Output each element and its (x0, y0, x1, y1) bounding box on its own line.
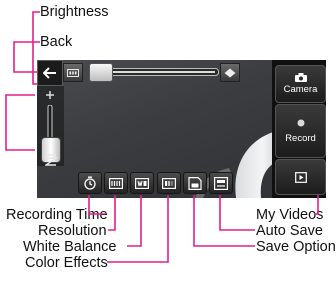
brightness-low-icon (67, 68, 79, 77)
callout-label-back: Back (40, 34, 73, 50)
timer-icon (84, 176, 96, 190)
callout-label-auto-save: Auto Save (256, 223, 323, 239)
resolution-icon (109, 177, 123, 189)
callout-label-color-effects: Color Effects (25, 255, 108, 271)
brightness-high-icon (224, 68, 236, 77)
callout-label-resolution: Resolution (38, 223, 107, 239)
arrow-left-icon (43, 67, 56, 79)
callout-label-save-option: Save Option (256, 239, 336, 255)
camera-mode-button[interactable]: Camera (275, 65, 326, 103)
back-button[interactable] (37, 60, 63, 86)
white-balance-button[interactable] (130, 172, 154, 194)
callout-line-white-balance (127, 195, 142, 247)
zoom-in-button[interactable] (40, 86, 60, 104)
recording-time-button[interactable] (78, 172, 102, 194)
camera-mode-label: Camera (283, 84, 318, 95)
zoom-out-button[interactable] (41, 151, 61, 169)
auto-save-button[interactable] (209, 172, 233, 194)
save-option-button[interactable] (183, 172, 207, 194)
resolution-button[interactable] (104, 172, 128, 194)
camcorder-screen: Camera Record (37, 60, 326, 198)
callout-label-brightness: Brightness (40, 4, 109, 20)
callout-label-white-balance: White Balance (23, 239, 117, 255)
callout-line-save-option (193, 195, 255, 247)
white-balance-icon (135, 177, 149, 189)
side-panel: Camera Record (272, 60, 326, 198)
zoom-out-icon (45, 154, 57, 166)
auto-save-icon (214, 176, 228, 190)
color-effects-button[interactable] (157, 172, 181, 194)
callout-label-my-videos: My Videos (256, 207, 324, 223)
record-label: Record (285, 132, 316, 144)
callout-line-auto-save (219, 195, 255, 231)
record-dot-icon (297, 119, 304, 126)
callout-label-recording-time: Recording Time (6, 207, 108, 223)
callout-line-resolution (108, 195, 116, 231)
brightness-increase-button[interactable] (220, 63, 240, 82)
callout-line-zoom (5, 94, 35, 151)
video-gallery-icon (294, 171, 307, 183)
brightness-decrease-button[interactable] (63, 63, 83, 82)
camera-icon (294, 73, 307, 82)
record-button[interactable]: Record (275, 104, 326, 158)
my-videos-button[interactable] (275, 159, 326, 195)
memory-card-icon (188, 176, 202, 190)
color-effects-icon (162, 177, 176, 189)
zoom-in-icon (46, 91, 54, 99)
brightness-slider-thumb[interactable] (89, 63, 113, 82)
